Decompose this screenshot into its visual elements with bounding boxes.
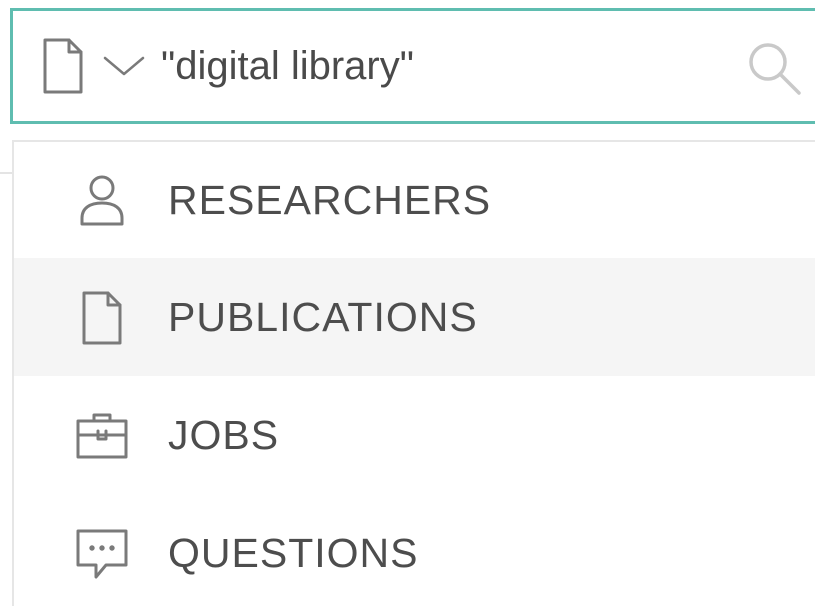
search-bar bbox=[10, 8, 815, 124]
menu-item-label: JOBS bbox=[168, 411, 280, 458]
menu-item-label: QUESTIONS bbox=[168, 529, 419, 576]
document-icon bbox=[72, 287, 132, 347]
chevron-down-icon bbox=[99, 46, 149, 86]
search-type-dropdown[interactable] bbox=[13, 11, 149, 121]
menu-item-jobs[interactable]: JOBS bbox=[14, 376, 815, 494]
briefcase-icon bbox=[72, 405, 132, 465]
search-input[interactable] bbox=[161, 36, 681, 96]
chat-bubble-icon bbox=[72, 523, 132, 583]
person-icon bbox=[72, 170, 132, 230]
menu-item-researchers[interactable]: RESEARCHERS bbox=[14, 142, 815, 258]
search-category-menu: RESEARCHERS PUBLICATIONS JOBS QUESTIONS bbox=[12, 140, 815, 606]
menu-item-label: RESEARCHERS bbox=[168, 176, 492, 223]
document-icon bbox=[39, 36, 87, 96]
divider bbox=[0, 172, 12, 174]
menu-item-questions[interactable]: QUESTIONS bbox=[14, 494, 815, 606]
search-icon[interactable] bbox=[743, 37, 805, 99]
search-widget: RESEARCHERS PUBLICATIONS JOBS bbox=[0, 0, 815, 606]
menu-item-publications[interactable]: PUBLICATIONS bbox=[14, 258, 815, 376]
menu-item-label: PUBLICATIONS bbox=[168, 293, 478, 340]
